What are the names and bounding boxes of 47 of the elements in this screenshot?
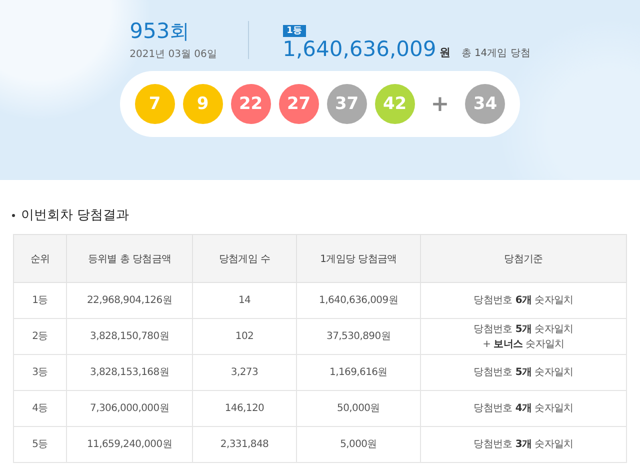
winners-note: 총 14게임 당첨 [461, 47, 530, 60]
table-cell: 7,306,000,000원 [66, 390, 192, 426]
table-cell: 3등 [14, 354, 66, 390]
column-header: 당첨게임 수 [192, 234, 296, 282]
plus-sign: + [430, 92, 450, 116]
table-cell: 1,169,616원 [296, 354, 420, 390]
rank-badge: 1등 [282, 25, 306, 37]
table-cell: 4등 [14, 390, 66, 426]
currency-unit: 원 [439, 45, 450, 60]
table-cell: 당첨번호 4개 숫자일치 [420, 390, 626, 426]
table-cell: 3,273 [192, 354, 296, 390]
table-cell: 146,120 [192, 390, 296, 426]
draw-date: 2021년 03월 06일 [130, 48, 218, 60]
table-cell: 당첨번호 5개 숫자일치 [420, 354, 626, 390]
column-header: 순위 [14, 234, 66, 282]
section-title: 이번회차 당첨결과 [21, 207, 130, 224]
table-cell: 5,000원 [296, 426, 420, 462]
table-cell: 11,659,240,000원 [66, 426, 192, 462]
lottery-ball: 7 [134, 84, 175, 124]
table-cell: 당첨번호 5개 숫자일치 + 보너스 숫자일치 [420, 318, 626, 354]
table-cell: 102 [192, 318, 296, 354]
round-unit: 회 [170, 18, 190, 42]
prize-amount: 1,640,636,009 [282, 37, 436, 61]
lottery-ball: 34 [465, 84, 506, 124]
column-header: 당첨기준 [420, 234, 626, 282]
table-cell: 5등 [14, 426, 66, 462]
lottery-ball: 22 [230, 84, 271, 124]
lottery-ball: 42 [374, 84, 415, 124]
lottery-ball: 9 [182, 84, 223, 124]
table-cell: 1등 [14, 282, 66, 318]
lottery-ball: 37 [326, 84, 367, 124]
lottery-ball: 27 [278, 84, 319, 124]
table-cell: 50,000원 [296, 390, 420, 426]
bullet-icon [12, 214, 15, 216]
table-cell: 당첨번호 3개 숫자일치 [420, 426, 626, 462]
table-cell: 3,828,153,168원 [66, 354, 192, 390]
table-cell: 14 [192, 282, 296, 318]
table-cell: 22,968,904,126원 [66, 282, 192, 318]
round-number: 953 [130, 18, 170, 42]
column-header: 등위별 총 당첨금액 [66, 234, 192, 282]
table-cell: 3,828,150,780원 [66, 318, 192, 354]
table-cell: 1,640,636,009원 [296, 282, 420, 318]
table-cell: 당첨번호 6개 숫자일치 [420, 282, 626, 318]
table-cell: 37,530,890원 [296, 318, 420, 354]
column-header: 1게임당 당첨금액 [296, 234, 420, 282]
table-cell: 2,331,848 [192, 426, 296, 462]
table-cell: 2등 [14, 318, 66, 354]
